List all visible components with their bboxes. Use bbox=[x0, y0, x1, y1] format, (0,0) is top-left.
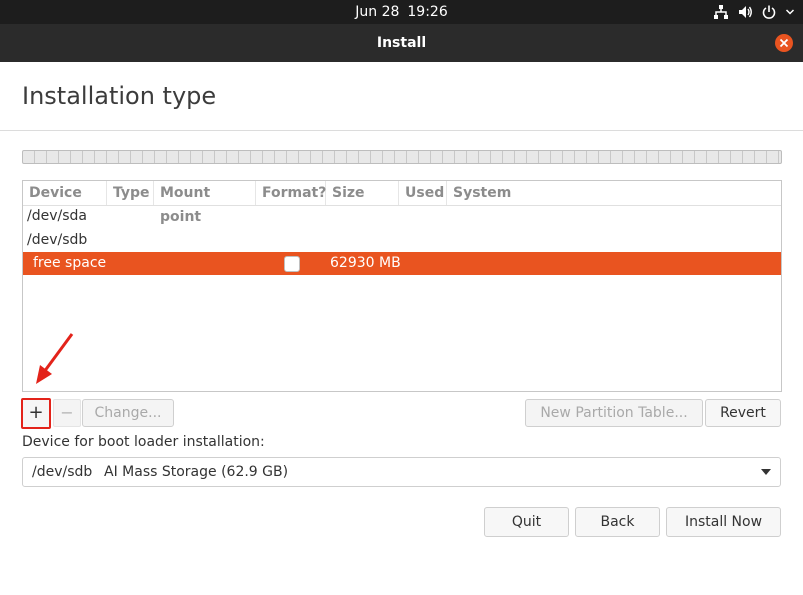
format-checkbox[interactable] bbox=[284, 256, 300, 272]
arrow-icon bbox=[36, 333, 74, 384]
window-titlebar: Install bbox=[0, 24, 803, 62]
remove-partition-button[interactable]: − bbox=[53, 399, 81, 427]
chevron-down-icon bbox=[785, 4, 795, 20]
device-cell: free space bbox=[33, 255, 107, 271]
quit-button[interactable]: Quit bbox=[484, 507, 569, 537]
power-icon bbox=[761, 4, 777, 20]
boot-loader-dropdown[interactable]: /dev/sdb AI Mass Storage (62.9 GB) bbox=[22, 457, 781, 487]
column-system[interactable]: System bbox=[447, 181, 781, 205]
change-partition-button[interactable]: Change... bbox=[82, 399, 174, 427]
column-mount-point[interactable]: Mount point bbox=[154, 181, 256, 225]
network-icon bbox=[713, 4, 729, 20]
clock-time: 19:26 bbox=[407, 4, 448, 20]
system-tray[interactable] bbox=[713, 3, 795, 21]
clock[interactable]: Jun 28 19:26 bbox=[0, 0, 803, 24]
table-row-selected[interactable]: free space 62930 MB bbox=[23, 252, 781, 275]
table-header: Device Type Mount point Format? Size Use… bbox=[23, 181, 781, 225]
header-divider bbox=[0, 130, 803, 131]
dropdown-icon bbox=[761, 469, 771, 475]
volume-icon bbox=[737, 4, 753, 20]
page-title: Installation type bbox=[22, 82, 217, 110]
table-row[interactable]: /dev/sda bbox=[23, 205, 781, 228]
size-cell: 62930 MB bbox=[330, 255, 401, 271]
column-device[interactable]: Device bbox=[23, 181, 107, 205]
back-button[interactable]: Back bbox=[575, 507, 660, 537]
table-row[interactable]: /dev/sdb bbox=[23, 229, 781, 252]
clock-date: Jun 28 bbox=[355, 4, 400, 20]
add-partition-button[interactable]: + bbox=[21, 398, 51, 429]
column-size[interactable]: Size bbox=[326, 181, 399, 205]
close-icon bbox=[779, 38, 789, 48]
boot-loader-label: Device for boot loader installation: bbox=[22, 434, 265, 450]
partition-table[interactable]: Device Type Mount point Format? Size Use… bbox=[22, 180, 782, 392]
disk-usage-bar bbox=[22, 150, 782, 164]
column-used[interactable]: Used bbox=[399, 181, 447, 205]
install-now-button[interactable]: Install Now bbox=[666, 507, 781, 537]
window-title: Install bbox=[376, 35, 427, 51]
boot-loader-device: /dev/sdb bbox=[32, 464, 93, 480]
new-partition-table-button[interactable]: New Partition Table... bbox=[525, 399, 703, 427]
device-cell: /dev/sdb bbox=[27, 232, 88, 248]
revert-button[interactable]: Revert bbox=[705, 399, 781, 427]
device-cell: /dev/sda bbox=[27, 208, 87, 224]
close-button[interactable] bbox=[775, 34, 793, 52]
top-bar: Jun 28 19:26 bbox=[0, 0, 803, 24]
column-format[interactable]: Format? bbox=[256, 181, 326, 205]
column-type[interactable]: Type bbox=[107, 181, 154, 205]
boot-loader-description: AI Mass Storage (62.9 GB) bbox=[104, 464, 289, 480]
